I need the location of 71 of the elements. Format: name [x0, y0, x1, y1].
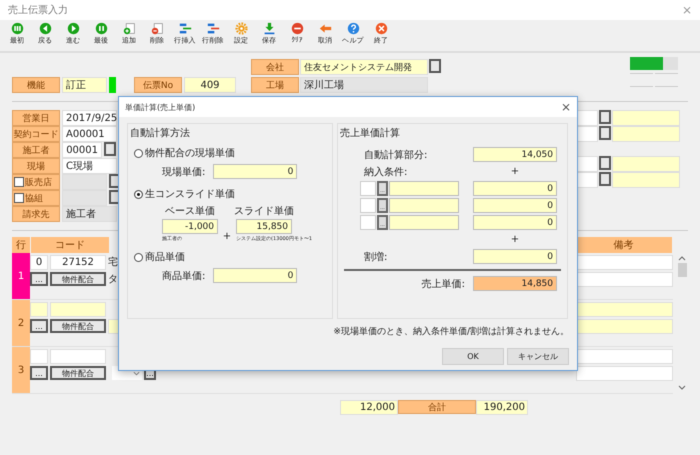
mix-button[interactable]: 物件配合	[50, 272, 106, 286]
field-label: 会社	[251, 59, 299, 75]
field-label: 現場単価:	[162, 166, 206, 178]
field-label: 伝票No	[134, 77, 182, 93]
plus-sign: +	[222, 231, 232, 242]
lookup-button[interactable]: ...	[30, 272, 48, 286]
field-label: 納入条件:	[364, 166, 408, 178]
radio-label[interactable]: 物件配合の現場単価	[145, 146, 235, 160]
plus-sign: +	[510, 166, 520, 177]
field-label: 契約コード	[12, 126, 60, 142]
note-text: ※現場単価のとき、納入条件単価/割増は計算されません。	[332, 325, 569, 338]
amount-total: 190,200	[476, 400, 528, 415]
plus-sign: +	[510, 234, 520, 245]
price-field[interactable]: 0	[473, 198, 557, 213]
field-label: スライド単価	[236, 205, 292, 218]
field-label: 機能	[12, 77, 60, 93]
column-header: コード	[31, 237, 110, 253]
input-field[interactable]: C現場	[62, 158, 117, 174]
group-title: 自動計算方法	[130, 126, 191, 140]
group-title: 売上単価計算	[340, 126, 401, 140]
table-cell: 27152	[50, 254, 106, 270]
quantity-total: 12,000	[340, 400, 398, 415]
lookup-button[interactable]: ...	[30, 319, 48, 333]
price-field[interactable]: 15,850	[236, 219, 292, 234]
radio-label[interactable]: 商品単価	[145, 250, 185, 264]
mix-button[interactable]: 物件配合	[50, 366, 106, 380]
price-field[interactable]: -1,000	[162, 219, 218, 234]
price-field: 14,050	[473, 147, 557, 162]
billing-dropdown[interactable]: 施工者	[62, 206, 117, 222]
plant-dropdown[interactable]: 深川工場	[300, 77, 428, 93]
row-number[interactable]: 3	[12, 347, 30, 393]
radio-label[interactable]: 生コンスライド単価	[145, 187, 235, 201]
company-field: 住友セメントシステム開発	[300, 59, 428, 75]
field-label: ベース単価	[164, 205, 216, 218]
total-label: 合計	[398, 400, 476, 414]
close-button[interactable]: ×	[560, 100, 571, 114]
checkbox[interactable]: 協組	[12, 190, 60, 206]
field-label: 割増:	[364, 250, 388, 264]
input-field[interactable]: A00001	[62, 126, 117, 142]
column-header: 備考	[575, 237, 673, 253]
field-label: 請求先	[12, 206, 60, 222]
mode-field: 訂正	[62, 77, 107, 93]
field-label: 売上単価:	[422, 278, 465, 290]
price-field[interactable]: 0	[473, 249, 557, 264]
price-field[interactable]: 0	[213, 268, 298, 283]
column-header: 行	[12, 237, 31, 253]
price-field[interactable]: 0	[473, 181, 557, 196]
price-field[interactable]: 0	[473, 215, 557, 230]
table-cell: 0	[30, 254, 48, 270]
field-label: 営業日	[12, 110, 60, 126]
table-cell-text: タ	[108, 273, 118, 286]
checkbox[interactable]: 販売店	[12, 174, 60, 190]
row-number[interactable]: 2	[12, 300, 30, 346]
field-label: 施工者	[12, 142, 60, 158]
lookup-button[interactable]: ...	[30, 366, 48, 380]
dialog-title: 単価計算(売上単価)	[125, 102, 196, 112]
table-cell-text: 宅	[108, 256, 118, 269]
field-label: 現場	[12, 158, 60, 174]
total-price-field: 14,850	[473, 276, 557, 291]
dialog-button[interactable]: キャンセル	[507, 348, 569, 365]
price-field[interactable]: 0	[213, 164, 298, 179]
field-label: 工場	[251, 77, 299, 93]
input-field[interactable]: 2017/9/25	[62, 110, 117, 126]
mix-button[interactable]: 物件配合	[50, 319, 106, 333]
row-number[interactable]: 1	[12, 253, 30, 299]
field-label: 自動計算部分:	[364, 148, 428, 162]
slip-number-field: 409	[184, 77, 236, 93]
window-title: 売上伝票入力	[8, 4, 68, 17]
field-label: 商品単価:	[162, 270, 206, 282]
input-field[interactable]: 00001	[62, 142, 102, 158]
dialog-button[interactable]: OK	[442, 348, 504, 365]
